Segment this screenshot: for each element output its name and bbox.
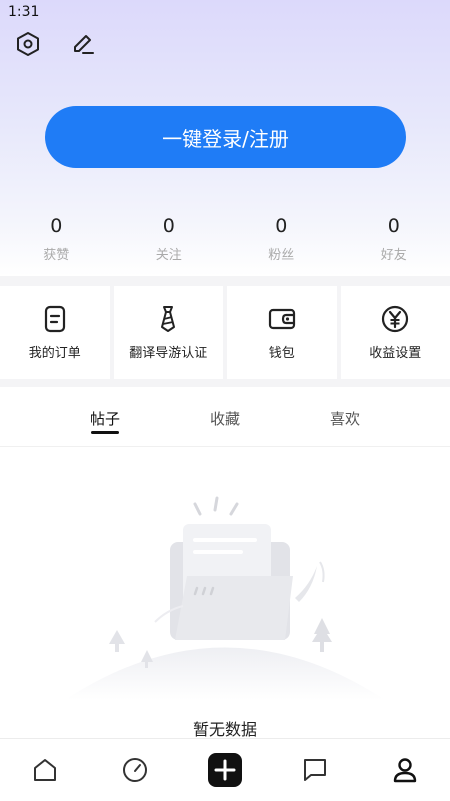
stat-value: 0 <box>338 214 450 238</box>
tools-grid: 我的订单 翻译导游认证 钱包 <box>0 286 450 379</box>
yen-icon <box>380 304 410 334</box>
bottom-navigation <box>0 738 450 801</box>
status-bar-time: 1:31 <box>8 4 39 20</box>
tab-likes[interactable]: 喜欢 <box>330 408 360 429</box>
tool-my-orders[interactable]: 我的订单 <box>0 286 110 379</box>
stat-fans[interactable]: 0 粉丝 <box>225 214 338 270</box>
publish-plus-icon <box>207 752 243 788</box>
nav-publish[interactable] <box>180 739 270 801</box>
tool-label: 收益设置 <box>369 342 421 361</box>
message-icon <box>301 756 329 784</box>
stat-label: 获赞 <box>0 244 113 263</box>
nav-profile[interactable] <box>360 739 450 801</box>
stat-following[interactable]: 0 关注 <box>113 214 226 270</box>
tab-favorites[interactable]: 收藏 <box>210 408 240 429</box>
stat-likes[interactable]: 0 获赞 <box>0 214 113 270</box>
tool-guide-certification[interactable]: 翻译导游认证 <box>114 286 224 379</box>
stat-label: 关注 <box>113 244 226 263</box>
stat-friends[interactable]: 0 好友 <box>338 214 450 270</box>
discover-icon <box>121 756 149 784</box>
home-icon <box>31 756 59 784</box>
tool-wallet[interactable]: 钱包 <box>227 286 337 379</box>
nav-discover[interactable] <box>90 739 180 801</box>
edit-icon[interactable] <box>69 30 97 58</box>
one-click-login-button[interactable]: 一键登录/注册 <box>45 106 406 168</box>
nav-messages[interactable] <box>270 739 360 801</box>
settings-icon[interactable] <box>14 30 42 58</box>
profile-icon <box>391 756 419 784</box>
active-tab-indicator <box>91 431 119 434</box>
stat-value: 0 <box>113 214 226 238</box>
stat-value: 0 <box>0 214 113 238</box>
stats-row: 0 获赞 0 关注 0 粉丝 0 好友 <box>0 214 450 270</box>
tool-label: 翻译导游认证 <box>129 342 207 361</box>
tool-earnings-settings[interactable]: 收益设置 <box>341 286 450 379</box>
tool-label: 钱包 <box>269 342 295 361</box>
empty-state-illustration <box>55 490 395 700</box>
order-icon <box>40 304 70 334</box>
empty-state-text: 暂无数据 <box>0 716 450 738</box>
wallet-icon <box>267 304 297 334</box>
stat-label: 好友 <box>338 244 450 263</box>
tie-certification-icon <box>153 304 183 334</box>
tool-label: 我的订单 <box>29 342 81 361</box>
nav-home[interactable] <box>0 739 90 801</box>
content-tabs: 帖子 收藏 喜欢 <box>0 388 450 447</box>
tab-posts[interactable]: 帖子 <box>90 408 120 429</box>
stat-value: 0 <box>225 214 338 238</box>
stat-label: 粉丝 <box>225 244 338 263</box>
